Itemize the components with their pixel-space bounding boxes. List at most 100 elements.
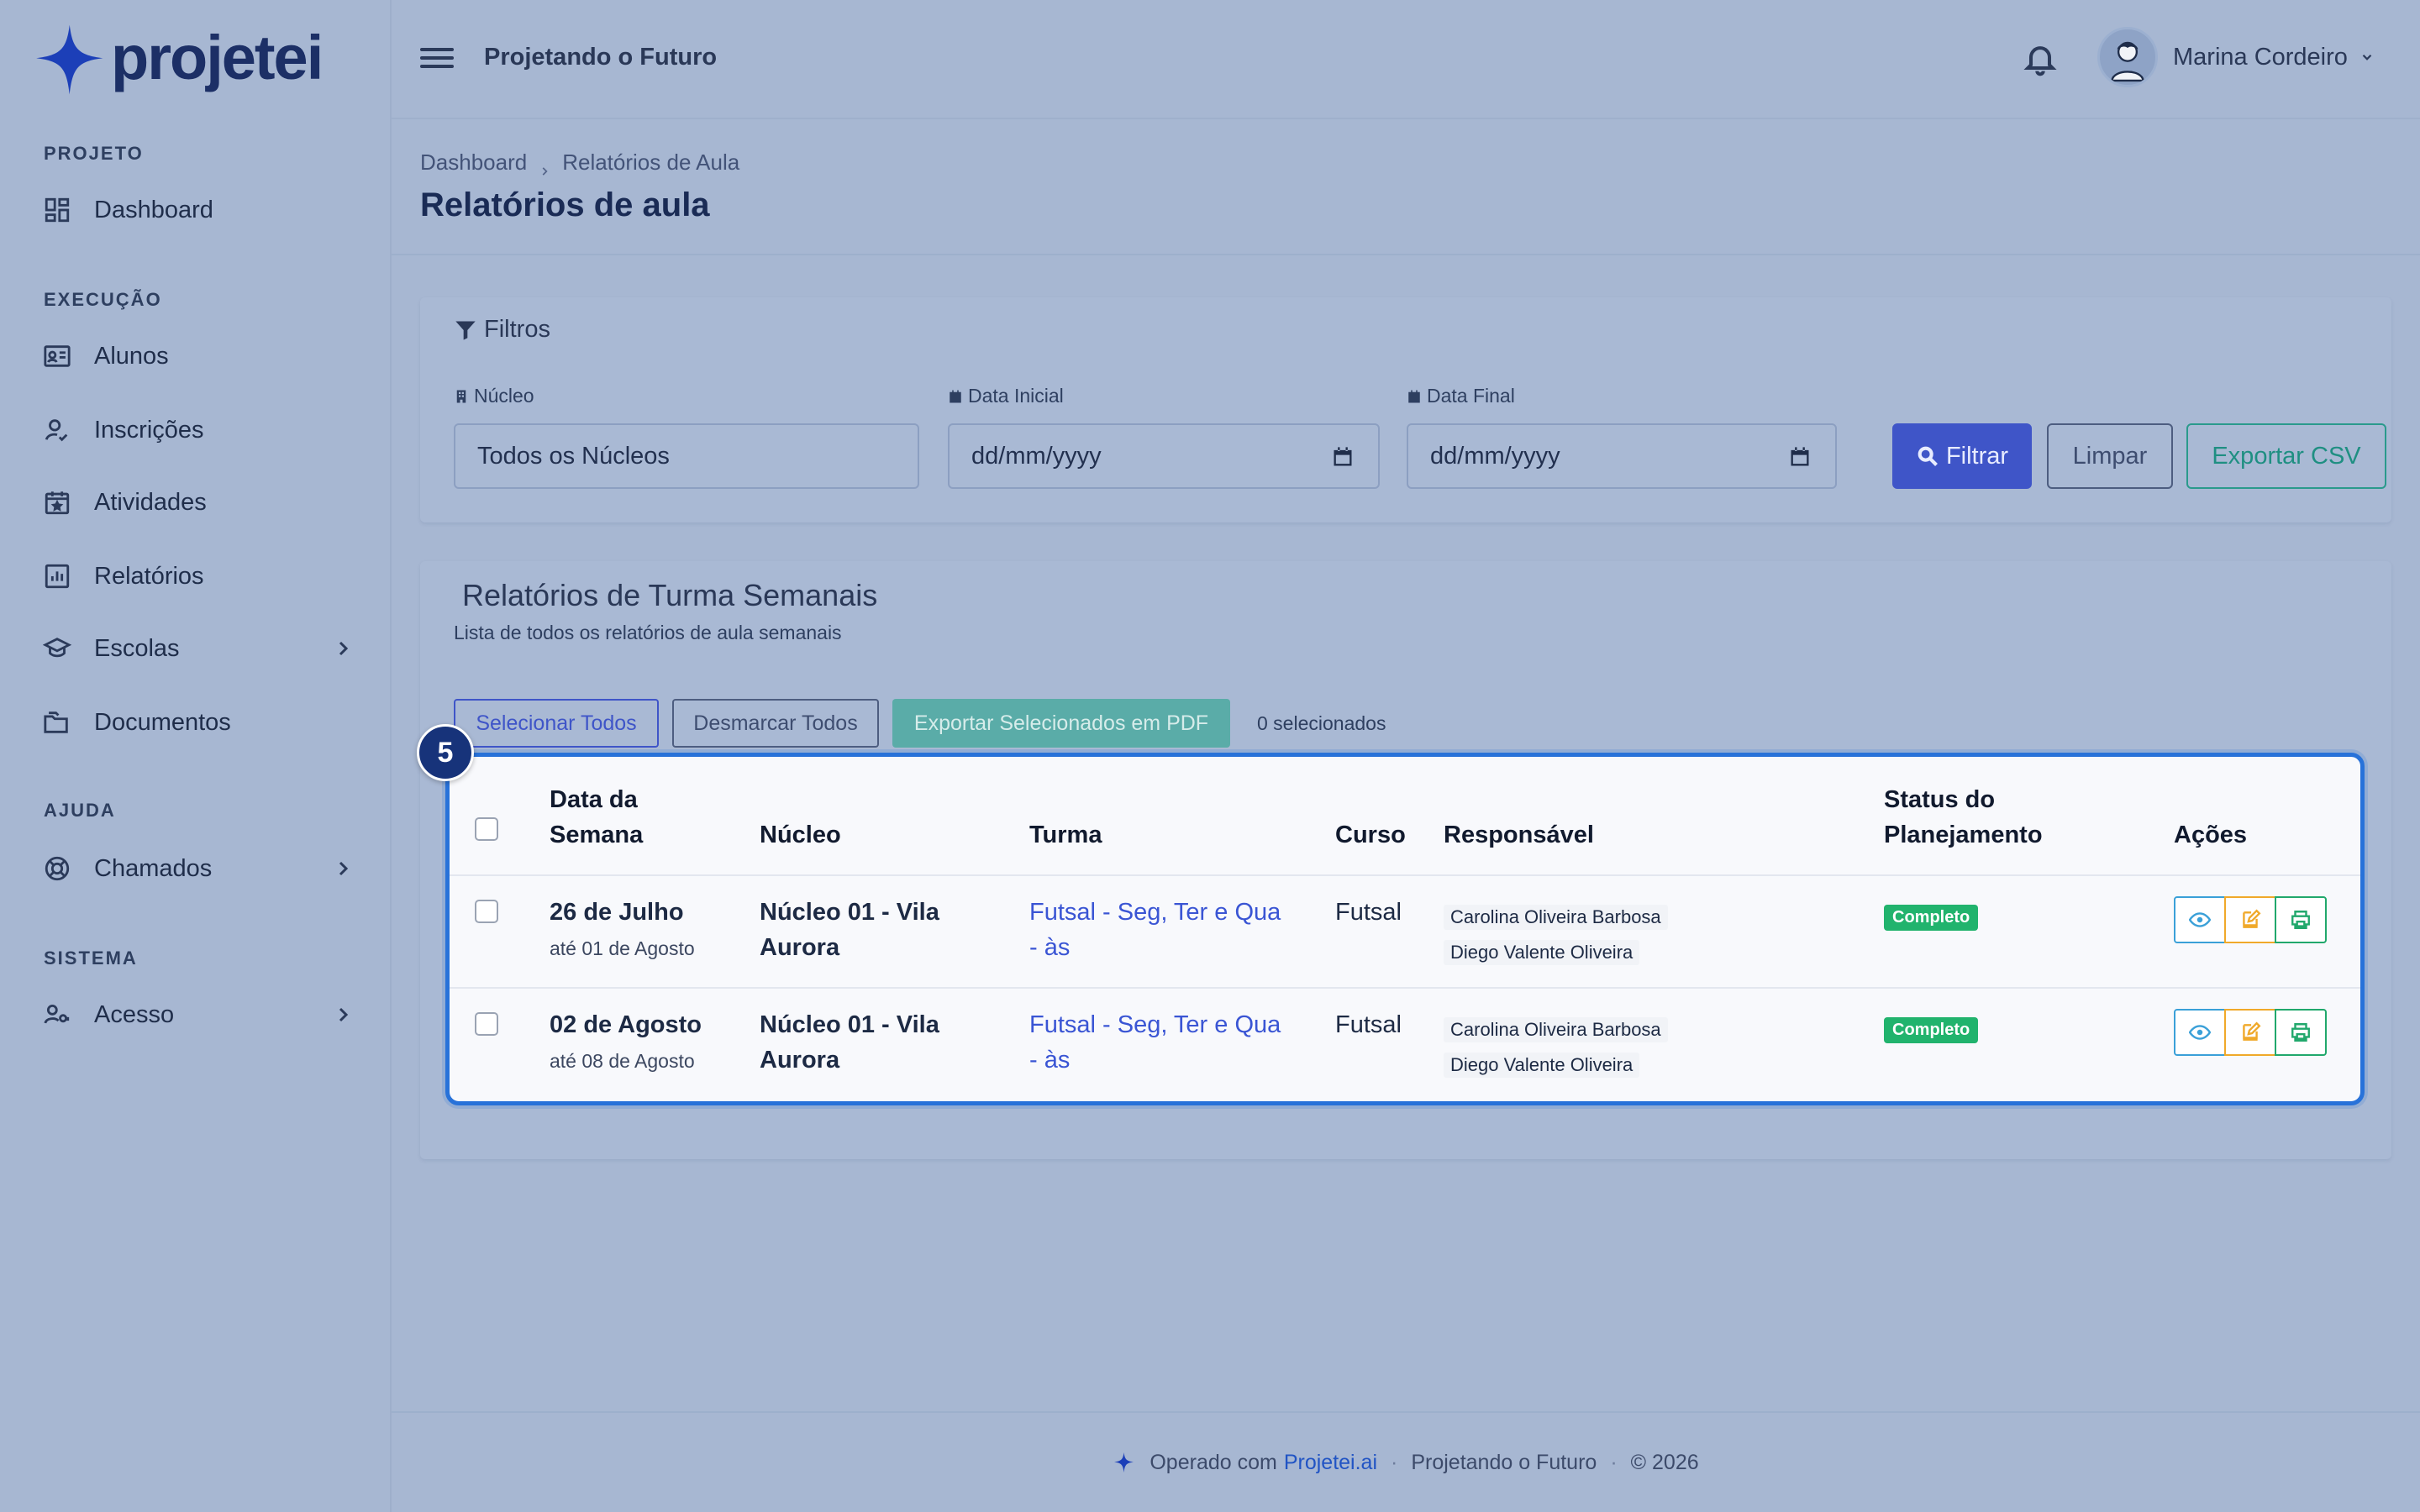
nucleo-select[interactable]: Todos os Núcleos [454,423,919,489]
select-all-checkbox[interactable] [475,817,498,841]
nucleo-label-text: Núcleo [474,385,534,407]
filters-title: Filtros [454,316,550,344]
dashboard-icon [42,195,72,225]
filter-button[interactable]: Filtrar [1892,423,2032,489]
data-final-input[interactable]: dd/mm/yyyy [1407,423,1837,489]
deselect-all-button[interactable]: Desmarcar Todos [672,699,879,748]
row-divider [450,987,2360,989]
lifebuoy-icon [42,853,72,884]
sidebar-item-label: Dashboard [94,196,213,223]
data-inicial-value: dd/mm/yyyy [971,442,1102,470]
footer-brand-link[interactable]: Projetei.ai [1284,1451,1377,1475]
topbar: Projetando o Futuro Marina Cordeiro [392,0,2420,118]
edit-button[interactable] [2224,896,2276,943]
sidebar-item-chamados[interactable]: Chamados [42,843,353,894]
filter-button-label: Filtrar [1945,442,2009,470]
user-name: Marina Cordeiro [2173,43,2348,71]
nucleo-line2: Aurora [760,1047,840,1074]
chevron-down-icon [2360,50,2375,65]
data-final-value: dd/mm/yyyy [1430,442,1560,470]
turma-line1: Futsal - Seg, Ter e Qua [1029,1011,1281,1038]
footer-separator: · [1391,1450,1398,1474]
section-label-execucao: EXECUÇÃO [44,289,162,310]
nucleo-cell: Núcleo 01 - Vila Aurora [760,895,939,965]
brand-logo[interactable]: projetei [30,22,324,97]
search-icon [1918,446,1938,466]
col-header-week: Data da Semana [550,782,643,853]
data-inicial-input[interactable]: dd/mm/yyyy [948,423,1380,489]
star-logo-icon [36,24,103,95]
select-all-button[interactable]: Selecionar Todos [454,699,659,748]
eye-icon [2189,1025,2211,1040]
sidebar-item-atividades[interactable]: Atividades [42,477,353,528]
printer-icon [2291,911,2310,929]
week-start: 02 de Agosto [550,1011,702,1038]
user-menu[interactable]: Marina Cordeiro [2097,27,2375,87]
nucleo-cell: Núcleo 01 - Vila Aurora [760,1007,939,1078]
sidebar-item-label: Escolas [94,634,180,662]
sidebar-item-escolas[interactable]: Escolas [42,623,353,674]
chevron-right-icon [333,1005,353,1025]
menu-toggle-icon[interactable] [420,44,454,74]
building-icon [456,390,466,402]
responsavel-name: Carolina Oliveira Barbosa [1444,905,1668,930]
week-end: até 01 de Agosto [550,937,695,959]
calendar-icon[interactable] [1331,445,1355,469]
calendar-icon [950,390,961,402]
nucleo-line2: Aurora [760,934,840,961]
bar-chart-icon [42,561,72,591]
row-checkbox[interactable] [475,1012,498,1036]
organization-name: Projetando o Futuro [484,44,718,71]
print-button[interactable] [2275,1009,2327,1056]
turma-link[interactable]: Futsal - Seg, Ter e Qua - às [1029,1007,1281,1078]
clear-button[interactable]: Limpar [2047,423,2173,489]
col-header-week-line1: Data da [550,786,638,813]
sidebar-item-alunos[interactable]: Alunos [42,331,353,381]
breadcrumb-current: Relatórios de Aula [562,150,740,175]
data-final-label-text: Data Final [1427,385,1515,407]
sidebar-item-dashboard[interactable]: Dashboard [42,185,353,235]
sidebar-item-label: Atividades [94,488,207,516]
edit-icon [2243,1021,2261,1041]
export-pdf-button[interactable]: Exportar Selecionados em PDF [892,699,1230,748]
sidebar-item-relatorios[interactable]: Relatórios [42,551,353,601]
sidebar-item-documentos[interactable]: Documentos [42,697,353,748]
view-button[interactable] [2174,1009,2226,1056]
footer-separator: · [1610,1450,1618,1474]
bell-icon[interactable] [2022,40,2059,77]
list-subtitle: Lista de todos os relatórios de aula sem… [454,622,842,643]
turma-link[interactable]: Futsal - Seg, Ter e Qua - às [1029,895,1281,965]
data-inicial-label: Data Inicial [948,385,1064,407]
row-checkbox[interactable] [475,900,498,923]
col-header-turma: Turma [1029,822,1102,848]
brand-name: projetei [111,22,324,92]
view-button[interactable] [2174,896,2226,943]
footer-copyright: © 2026 [1630,1450,1699,1474]
sidebar-item-label: Inscrições [94,416,204,444]
footer-org: Projetando o Futuro [1411,1450,1597,1474]
chevron-right-icon [539,157,550,176]
folders-icon [42,707,72,738]
responsavel-name: Diego Valente Oliveira [1444,1053,1640,1078]
user-key-icon [42,1000,72,1030]
filters-title-text: Filtros [484,316,550,343]
print-button[interactable] [2275,896,2327,943]
responsavel-name: Carolina Oliveira Barbosa [1444,1017,1668,1042]
page-header: Dashboard Relatórios de Aula Relatórios … [392,118,2420,255]
edit-button[interactable] [2224,1009,2276,1056]
user-avatar-icon [2111,41,2144,82]
turma-line2: - às [1029,934,1071,961]
eye-icon [2189,912,2211,927]
sidebar-item-acesso[interactable]: Acesso [42,990,353,1040]
calendar-icon[interactable] [1788,445,1812,469]
breadcrumb-dashboard[interactable]: Dashboard [420,150,527,176]
col-header-curso: Curso [1335,822,1406,848]
col-header-week-line2: Semana [550,822,644,848]
filters-card: Filtros Núcleo Todos os Núcleos Data Ini… [420,297,2391,522]
sidebar-item-inscricoes[interactable]: Inscrições [42,405,353,455]
col-header-acoes: Ações [2174,822,2248,848]
col-header-status-line2: Planejamento [1884,822,2043,848]
nucleo-label: Núcleo [454,385,534,407]
export-csv-button[interactable]: Exportar CSV [2186,423,2386,489]
calendar-icon [1408,390,1420,402]
